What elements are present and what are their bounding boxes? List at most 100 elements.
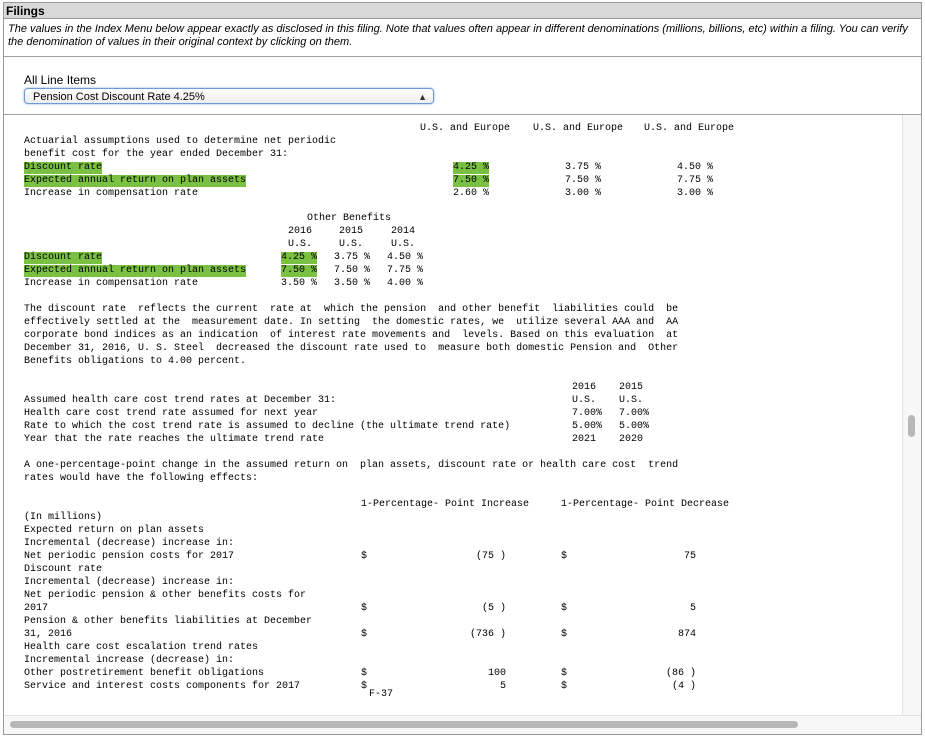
column-header: U.S. and Europe [420,123,511,134]
cell-value: 5.00% [619,421,650,432]
row-label: Incremental (decrease) increase in: [24,538,235,549]
row-label: Increase in compensation rate [24,278,199,289]
year-header: 2016 [572,382,597,393]
cell-value: 7.00% [619,408,650,419]
panel-title: Filings [6,4,45,18]
cell-value: (75 ) [475,551,506,562]
cell-value: 7.75 % [677,175,714,186]
paragraph-line: Benefits obligations to 4.00 percent. [24,356,247,367]
cell-value: 2020 [619,434,644,445]
row-label: Health care cost trend rate assumed for … [24,408,319,419]
cell-value: 2021 [572,434,597,445]
cell-value: 7.75 % [387,265,424,276]
currency-symbol: $ [361,603,368,614]
denomination-note: The values in the Index Menu below appea… [8,23,908,48]
paragraph-line: The discount rate reflects the current r… [24,304,679,315]
column-header: 1-Percentage- Point Increase [361,499,530,510]
row-label: Incremental increase (decrease) in: [24,655,235,666]
horizontal-scrollbar[interactable] [4,715,921,734]
table-intro: Actuarial assumptions used to determine … [24,136,337,147]
cell-value: 4.50 % [677,162,714,173]
filings-panel: Filings The values in the Index Menu bel… [3,2,922,735]
cell-value: 7.50 % [565,175,602,186]
cell-value: (86 ) [665,668,696,679]
cell-value: 4.00 % [387,278,424,289]
vertical-scrollbar[interactable] [902,115,921,715]
line-items-label: All Line Items [24,73,97,87]
row-label: Year that the rate reaches the ultimate … [24,434,325,445]
line-items-select[interactable]: Pension Cost Discount Rate 4.25% ▲ [24,88,434,104]
cell-value: 3.50 % [334,278,371,289]
column-header: U.S. and Europe [533,123,624,134]
cell-value: (5 ) [481,603,506,614]
row-label: 2017 [24,603,49,614]
year-header: 2016 [288,226,313,237]
table-intro: benefit cost for the year ended December… [24,149,289,160]
value-highlighted[interactable]: 7.50 % [281,265,318,277]
cell-value: 2.60 % [453,188,490,199]
row-label: Other postretirement benefit obligations [24,668,265,679]
paragraph-line: A one-percentage-point change in the ass… [24,460,679,471]
currency-symbol: $ [361,551,368,562]
cell-value: 3.50 % [281,278,318,289]
paragraph-line: rates would have the following effects: [24,473,259,484]
region-header: U.S. [572,395,597,406]
row-label: (In millions) [24,512,103,523]
row-label: Rate to which the cost trend rate is ass… [24,421,511,432]
cell-value: 5 [499,681,506,692]
paragraph-line: corporate bond indices as an indication … [24,330,679,341]
column-header: 1-Percentage- Point Decrease [561,499,730,510]
region-header: U.S. [288,239,313,250]
currency-symbol: $ [561,668,568,679]
currency-symbol: $ [361,681,368,692]
region-header: U.S. [391,239,416,250]
cell-value: 100 [487,668,506,679]
horizontal-scroll-thumb[interactable] [10,721,798,728]
cell-value: 3.00 % [565,188,602,199]
cell-value: 3.75 % [334,252,371,263]
row-label: Increase in compensation rate [24,188,199,199]
value-highlighted[interactable]: 4.25 % [453,162,490,174]
cell-value: 75 [683,551,696,562]
year-header: 2015 [619,382,644,393]
row-label-highlighted[interactable]: Discount rate [24,252,103,264]
currency-symbol: $ [561,603,568,614]
paragraph-line: effectively settled at the measurement d… [24,317,679,328]
cell-value: 4.50 % [387,252,424,263]
group-header: Other Benefits [307,213,392,224]
row-label: Pension & other benefits liabilities at … [24,616,313,627]
select-arrows-icon: ▲ [418,92,427,102]
year-header: 2014 [391,226,416,237]
row-label: Net periodic pension & other benefits co… [24,590,307,601]
row-label: Incremental (decrease) increase in: [24,577,235,588]
currency-symbol: $ [561,551,568,562]
row-label: Service and interest costs components fo… [24,681,301,692]
filing-document: U.S. and Europe U.S. and Europe U.S. and… [4,115,904,715]
vertical-scroll-thumb[interactable] [908,415,915,437]
currency-symbol: $ [561,629,568,640]
row-label-highlighted[interactable]: Discount rate [24,162,103,174]
paragraph-line: December 31, 2016, U. S. Steel decreased… [24,343,679,354]
cell-value: 3.00 % [677,188,714,199]
row-label-highlighted[interactable]: Expected annual return on plan assets [24,265,247,277]
year-header: 2015 [339,226,364,237]
column-header: U.S. and Europe [644,123,735,134]
cell-value: (736 ) [469,629,506,640]
row-label: Net periodic pension costs for 2017 [24,551,235,562]
cell-value: 5.00% [572,421,603,432]
cell-value: 874 [677,629,696,640]
cell-value: 3.75 % [565,162,602,173]
row-label-highlighted[interactable]: Expected annual return on plan assets [24,175,247,187]
row-label: 31, 2016 [24,629,73,640]
cell-value: 5 [689,603,696,614]
cell-value: (4 ) [671,681,696,692]
cell-value: 7.50 % [334,265,371,276]
title-bar: Filings [4,3,921,19]
value-highlighted[interactable]: 4.25 % [281,252,318,264]
row-label: Discount rate [24,564,103,575]
currency-symbol: $ [361,629,368,640]
value-highlighted[interactable]: 7.50 % [453,175,490,187]
cell-value: 7.00% [572,408,603,419]
divider [4,56,921,57]
region-header: U.S. [619,395,644,406]
